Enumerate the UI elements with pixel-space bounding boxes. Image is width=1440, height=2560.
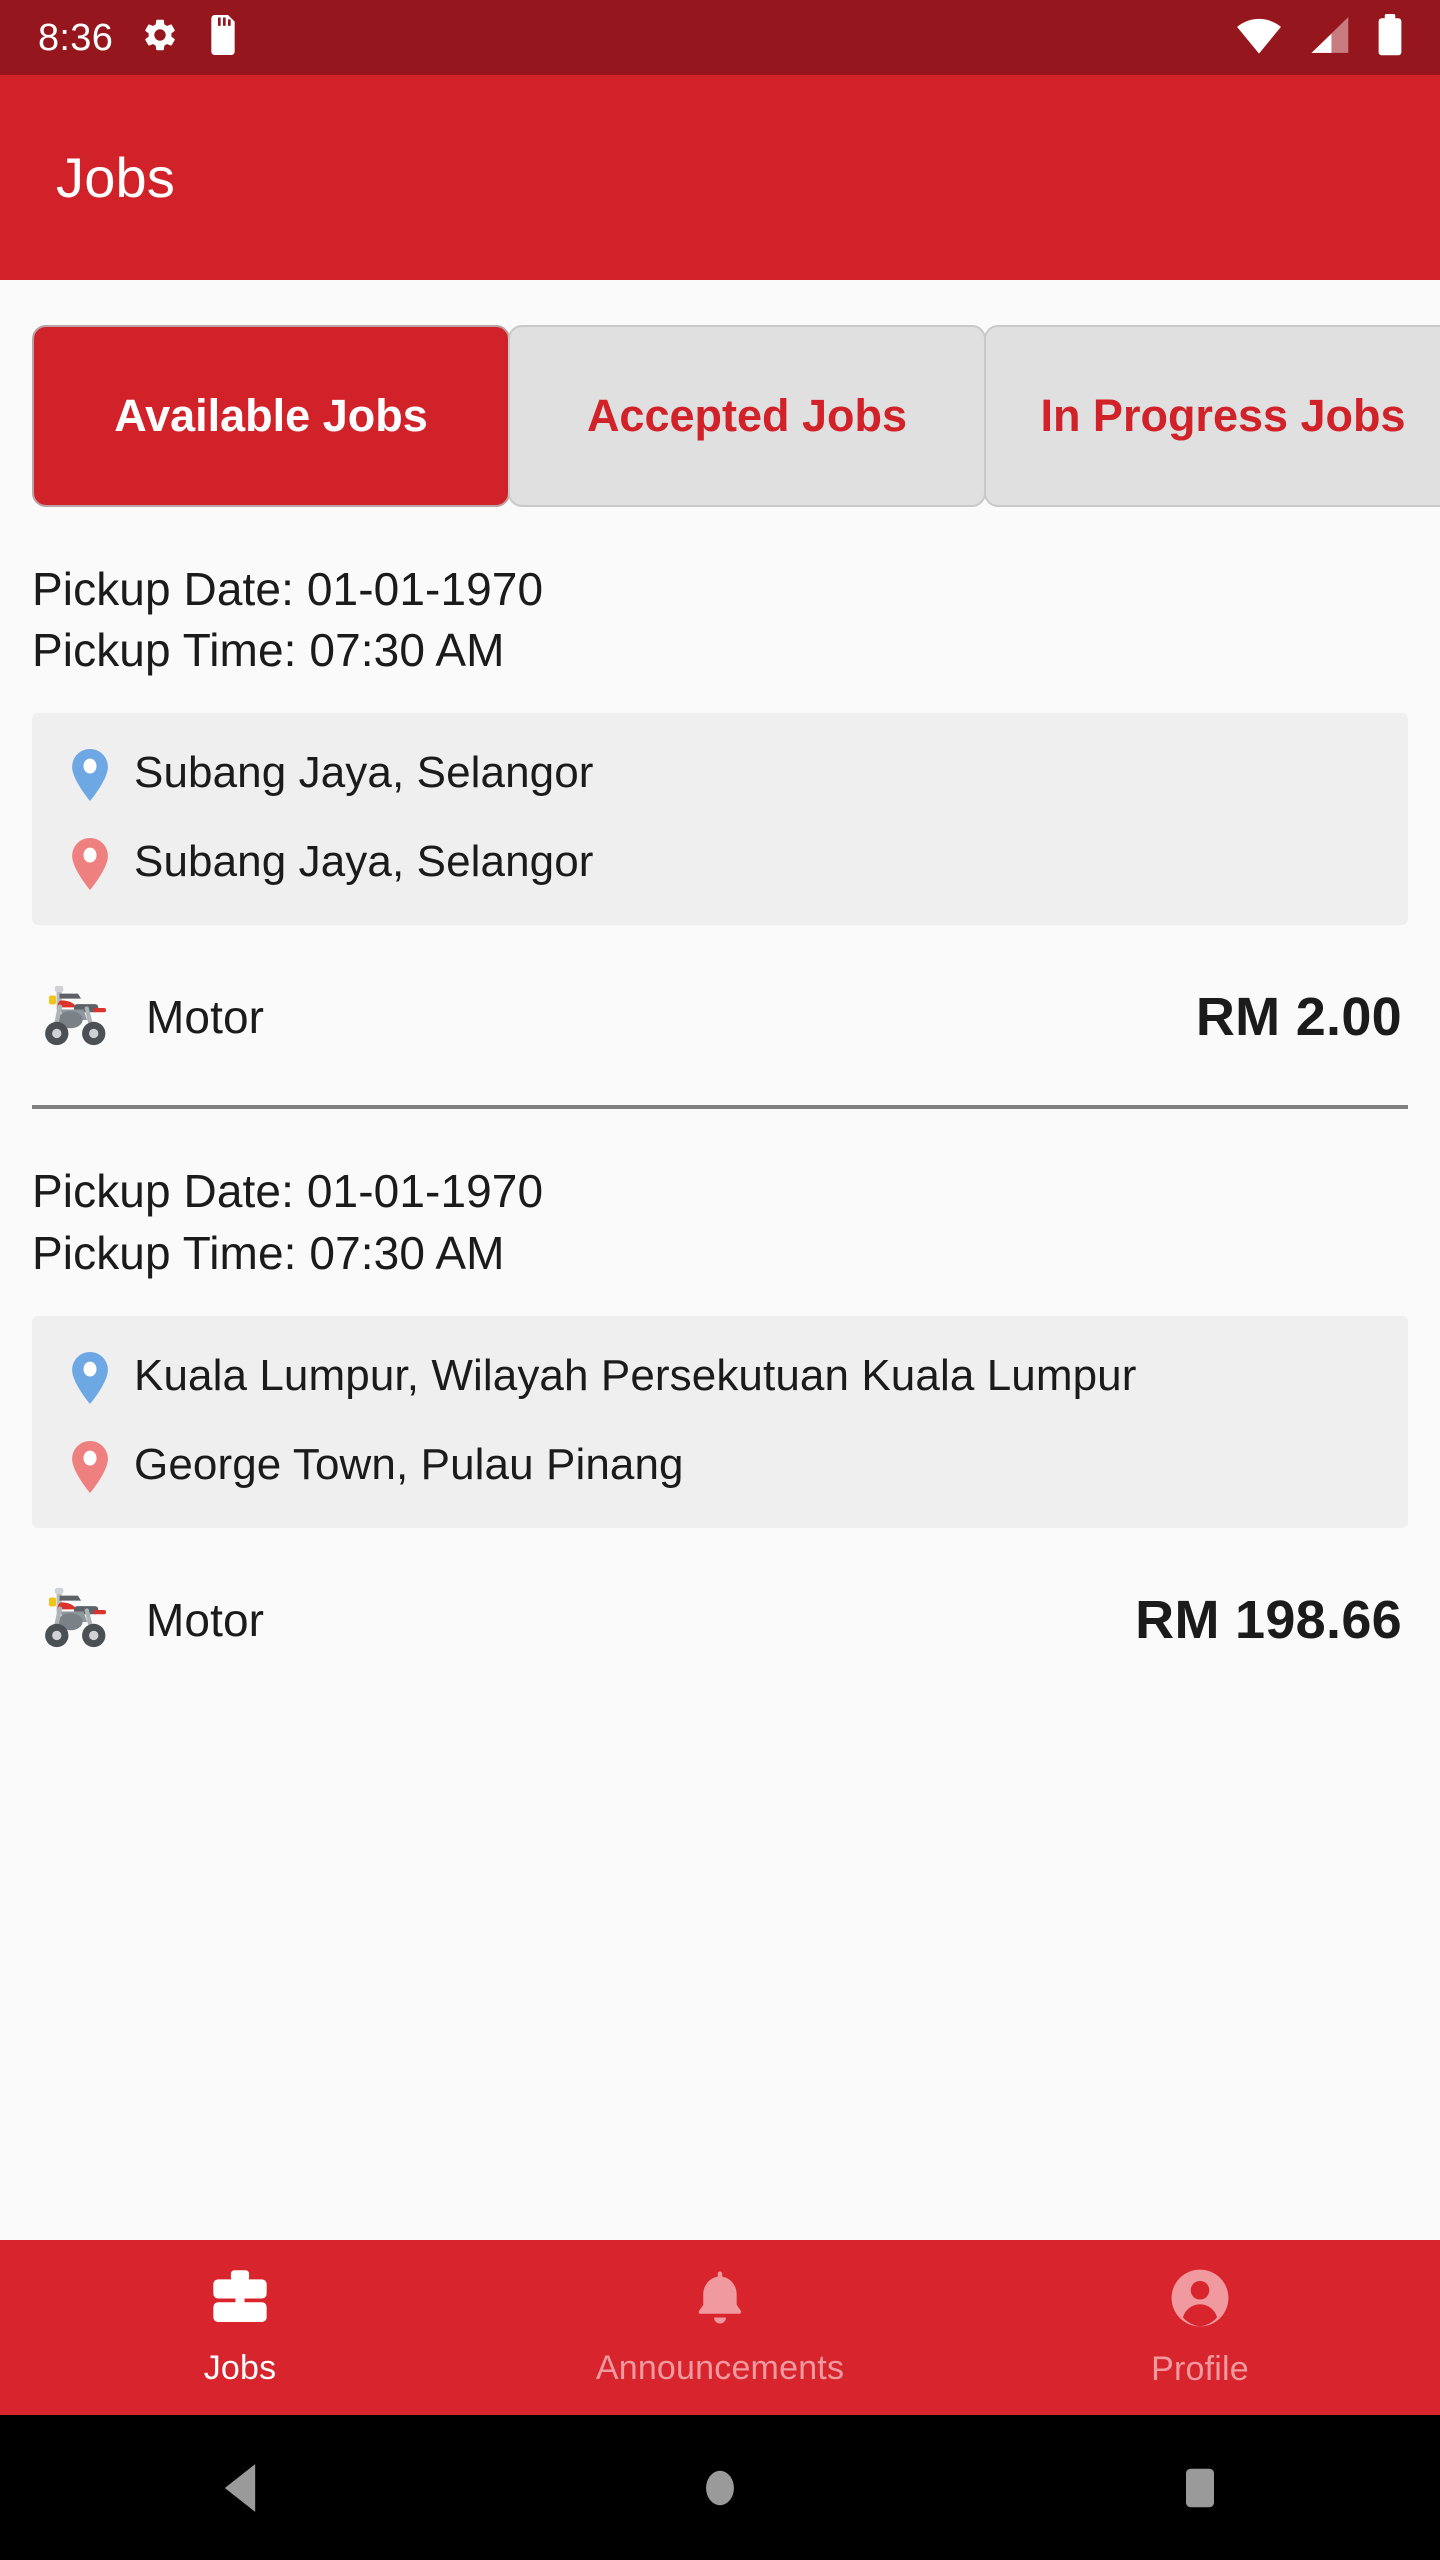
pickup-time: Pickup Time: 07:30 AM (32, 1226, 505, 1279)
status-bar-left: 8:36 (38, 15, 239, 60)
dropoff-location-row: Subang Jaya, Selangor (70, 832, 1378, 895)
pickup-location-text: Subang Jaya, Selangor (134, 748, 594, 798)
dropoff-pin-icon (70, 838, 110, 895)
vehicle-price-row: Motor RM 2.00 (32, 957, 1408, 1077)
person-icon (1169, 2267, 1231, 2334)
nav-item-jobs[interactable]: Jobs (0, 2268, 480, 2388)
vehicle-name: Motor (146, 991, 265, 1044)
nav-label-jobs: Jobs (203, 2348, 277, 2387)
nav-item-announcements[interactable]: Announcements (480, 2268, 960, 2388)
pickup-location-row: Kuala Lumpur, Wilayah Persekutuan Kuala … (70, 1346, 1378, 1409)
recents-square-icon (1186, 2468, 1214, 2507)
nav-label-profile: Profile (1151, 2349, 1249, 2388)
gear-icon (141, 16, 179, 59)
tab-accepted-jobs[interactable]: Accepted Jobs (508, 325, 986, 507)
bell-icon (690, 2268, 750, 2333)
dropoff-location-text: Subang Jaya, Selangor (134, 837, 594, 887)
bottom-navigation: Jobs Announcements Profile (0, 2240, 1440, 2415)
wifi-icon (1236, 15, 1282, 60)
status-bar-clock: 8:36 (38, 16, 114, 59)
status-bar: 8:36 (0, 0, 1440, 75)
dropoff-location-text: George Town, Pulau Pinang (134, 1439, 684, 1489)
status-bar-right (1236, 14, 1404, 61)
vehicle-name: Motor (146, 1593, 265, 1646)
android-navigation-bar (0, 2415, 1440, 2560)
tab-available-jobs[interactable]: Available Jobs (32, 325, 510, 507)
android-recents-button[interactable] (960, 2463, 1440, 2513)
dropoff-pin-icon (70, 1440, 110, 1498)
briefcase-icon (208, 2268, 272, 2333)
back-triangle-icon (224, 2463, 256, 2512)
pickup-pin-icon (70, 749, 110, 806)
job-card[interactable]: Pickup Date: 01-01-1970 Pickup Time: 07:… (32, 507, 1408, 1110)
pickup-location-row: Subang Jaya, Selangor (70, 743, 1378, 806)
job-status-tabs: Available Jobs Accepted Jobs In Progress… (0, 280, 1440, 507)
vehicle-price-row: Motor RM 198.66 (32, 1560, 1408, 1680)
android-back-button[interactable] (0, 2462, 480, 2514)
vehicle-info: Motor (38, 980, 264, 1055)
motorcycle-icon (38, 980, 116, 1055)
tab-in-progress-jobs[interactable]: In Progress Jobs (984, 325, 1440, 507)
pickup-date: Pickup Date: 01-01-1970 (32, 1165, 544, 1218)
job-card[interactable]: Pickup Date: 01-01-1970 Pickup Time: 07:… (32, 1109, 1408, 1679)
app-bar: Jobs (0, 75, 1440, 280)
pickup-date: Pickup Date: 01-01-1970 (32, 563, 544, 615)
nav-item-profile[interactable]: Profile (960, 2267, 1440, 2389)
location-box: Subang Jaya, Selangor Subang Jaya, Selan… (32, 713, 1408, 926)
page-title: Jobs (56, 146, 176, 209)
battery-icon (1376, 14, 1404, 61)
android-home-button[interactable] (480, 2462, 960, 2514)
job-price: RM 2.00 (1195, 987, 1402, 1048)
phone-screen: 8:36 Jobs Available Jobs Accepted Jobs I… (0, 0, 1440, 2560)
main-content: Available Jobs Accepted Jobs In Progress… (0, 280, 1440, 2240)
cellular-signal-icon (1308, 15, 1350, 60)
vehicle-info: Motor (38, 1582, 264, 1657)
home-circle-icon (706, 2470, 734, 2505)
pickup-time: Pickup Time: 07:30 AM (32, 624, 505, 677)
nav-label-announcements: Announcements (595, 2348, 845, 2387)
location-box: Kuala Lumpur, Wilayah Persekutuan Kuala … (32, 1315, 1408, 1528)
job-price: RM 198.66 (1135, 1589, 1402, 1650)
motorcycle-icon (38, 1582, 116, 1657)
pickup-pin-icon (70, 1351, 110, 1409)
pickup-location-text: Kuala Lumpur, Wilayah Persekutuan Kuala … (134, 1350, 1137, 1400)
sd-card-icon (207, 15, 239, 60)
job-list: Pickup Date: 01-01-1970 Pickup Time: 07:… (0, 507, 1440, 1680)
dropoff-location-row: George Town, Pulau Pinang (70, 1435, 1378, 1498)
